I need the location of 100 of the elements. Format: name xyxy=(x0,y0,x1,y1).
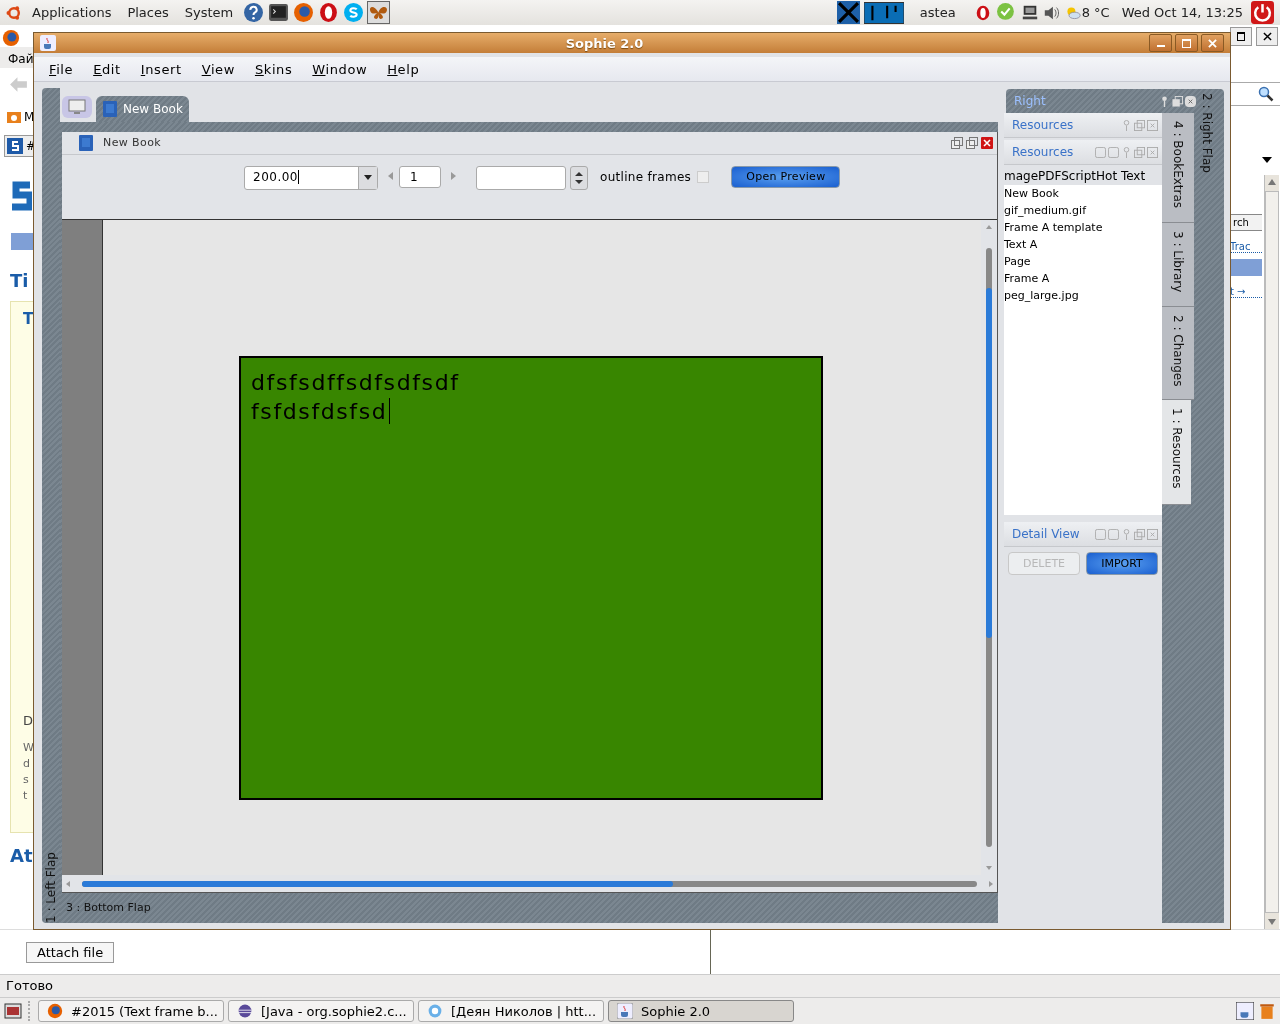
taskbar-button[interactable]: [Деян Николов | htt... xyxy=(418,1000,604,1022)
bookmark-label[interactable]: M xyxy=(24,110,35,124)
close-icon xyxy=(1208,38,1217,48)
scrollbar[interactable] xyxy=(1264,175,1279,929)
open-preview-button[interactable]: Open Preview xyxy=(731,165,841,188)
opera-icon[interactable] xyxy=(318,2,340,23)
pin-icon[interactable] xyxy=(1121,528,1132,540)
minimize-button[interactable] xyxy=(1149,34,1172,52)
menu-item[interactable]: Фай xyxy=(0,47,34,68)
outline-frames-checkbox[interactable] xyxy=(697,170,710,183)
text-frame[interactable]: dfsfsdffsdfsdfsdf fsfdsfdsfsd xyxy=(239,355,823,800)
pin-icon[interactable] xyxy=(1121,146,1132,158)
side-tab[interactable]: 2 : Changes xyxy=(1162,307,1194,400)
list-item[interactable]: peg_large.jpg xyxy=(1004,287,1162,304)
menu-item[interactable]: Window xyxy=(302,61,378,77)
import-button[interactable]: IMPORT xyxy=(1086,552,1158,575)
page-field[interactable]: 1 xyxy=(399,165,441,188)
menu-item[interactable]: Insert xyxy=(130,61,192,77)
scroll-right-icon[interactable] xyxy=(989,880,993,887)
restore-icon[interactable] xyxy=(951,137,963,149)
power-icon[interactable] xyxy=(1251,1,1274,24)
scroll-down-icon[interactable] xyxy=(986,866,992,870)
weather-reading[interactable]: 8 °C xyxy=(1064,4,1110,21)
toggle-icon[interactable] xyxy=(1108,146,1119,158)
menu-item[interactable]: File xyxy=(39,61,84,77)
close-icon[interactable] xyxy=(981,137,993,149)
firefox-icon[interactable] xyxy=(293,2,315,23)
side-tab[interactable]: 4 : BookExtras xyxy=(1162,113,1194,223)
system-monitor-icon[interactable] xyxy=(863,1,904,24)
restore-icon[interactable] xyxy=(966,137,978,149)
toggle-icon[interactable] xyxy=(1095,528,1106,540)
list-item[interactable]: New Book xyxy=(1004,185,1162,202)
section-title: Resources xyxy=(1012,145,1074,159)
taskbar-button[interactable]: [Java - org.sophie2.c... xyxy=(228,1000,414,1022)
panel-menu[interactable]: Applications xyxy=(26,5,118,20)
dropdown-arrow-icon[interactable] xyxy=(1262,157,1272,163)
butterfly-icon[interactable] xyxy=(368,2,390,23)
search-icon[interactable] xyxy=(1258,86,1274,102)
right-flap-label[interactable]: 2 : Right Flap xyxy=(1194,93,1220,173)
attach-file-button[interactable]: Attach file xyxy=(26,942,115,963)
ubuntu-logo-icon[interactable] xyxy=(6,4,22,21)
menu-item[interactable]: View xyxy=(191,61,245,77)
list-item[interactable]: gif_medium.gif xyxy=(1004,202,1162,219)
taskbar-button[interactable]: Sophie 2.0 xyxy=(608,1000,794,1022)
menu-item[interactable]: Skins xyxy=(244,61,303,77)
restore-icon[interactable] xyxy=(1134,119,1145,131)
spinner-field[interactable] xyxy=(476,165,566,190)
side-tab[interactable]: 3 : Library xyxy=(1162,223,1194,307)
show-desktop-icon[interactable] xyxy=(4,1002,22,1020)
maximize-button[interactable] xyxy=(1175,34,1198,52)
scroll-up-icon[interactable] xyxy=(986,224,992,229)
taskbar-button[interactable]: #2015 (Text frame b... xyxy=(38,1000,224,1022)
skype-icon[interactable] xyxy=(343,2,365,23)
restore-icon[interactable] xyxy=(1134,528,1145,540)
bottom-flap-label[interactable]: 3 : Bottom Flap xyxy=(62,893,998,914)
scroll-down-icon[interactable] xyxy=(1268,919,1276,925)
spinner-button[interactable] xyxy=(570,165,588,190)
next-page-icon[interactable] xyxy=(451,171,456,180)
pin-icon[interactable] xyxy=(1159,95,1170,107)
scroll-up-icon[interactable] xyxy=(1268,179,1276,185)
side-tab[interactable]: 1 : Resources xyxy=(1162,400,1191,505)
user-name[interactable]: astea xyxy=(907,5,970,20)
menu-item[interactable]: Edit xyxy=(83,61,131,77)
left-flap[interactable]: 1 : Left Flap xyxy=(42,88,60,923)
close-icon[interactable] xyxy=(1185,95,1196,107)
network-icon[interactable] xyxy=(1020,3,1039,22)
panel-menu[interactable]: Places xyxy=(121,5,175,20)
description-text: W xyxy=(23,740,34,756)
toggle-icon[interactable] xyxy=(1095,146,1106,158)
tab[interactable]: New Book xyxy=(96,96,189,122)
firefox-icon xyxy=(47,1003,63,1019)
tab[interactable] xyxy=(62,96,92,118)
restore-icon[interactable] xyxy=(1134,146,1145,158)
menu-item[interactable]: Help xyxy=(377,61,430,77)
restore-button[interactable] xyxy=(1230,27,1252,46)
list-item[interactable]: Text A xyxy=(1004,236,1162,253)
toggle-icon[interactable] xyxy=(1108,528,1119,540)
list-item[interactable]: Frame A xyxy=(1004,270,1162,287)
zoom-field[interactable]: 200.00 xyxy=(244,165,378,190)
search-button[interactable]: rch xyxy=(1230,214,1262,231)
scroll-left-icon[interactable] xyxy=(66,880,70,887)
pin-icon[interactable] xyxy=(1121,119,1132,131)
search-field[interactable] xyxy=(1230,82,1280,106)
status-check-icon[interactable] xyxy=(995,2,1017,23)
field-label: D xyxy=(23,713,34,728)
weather-icon xyxy=(1064,4,1081,21)
panel-menu[interactable]: System xyxy=(178,5,240,20)
restore-icon[interactable] xyxy=(1172,95,1183,107)
monitor-icon xyxy=(68,98,86,116)
close-button[interactable] xyxy=(1256,27,1278,46)
trash-icon[interactable] xyxy=(1258,1002,1276,1020)
folder-icon[interactable] xyxy=(6,109,22,125)
clock[interactable]: Wed Oct 14, 13:25 xyxy=(1113,5,1247,20)
terminal-icon[interactable] xyxy=(268,2,290,23)
previous-page-icon[interactable] xyxy=(388,171,393,180)
list-item[interactable]: Page xyxy=(1004,253,1162,270)
list-item[interactable]: Frame A template xyxy=(1004,219,1162,236)
disconnected-monitor-icon[interactable] xyxy=(836,1,860,24)
help-icon[interactable] xyxy=(243,2,265,23)
java-cup-icon[interactable] xyxy=(1236,1002,1254,1020)
